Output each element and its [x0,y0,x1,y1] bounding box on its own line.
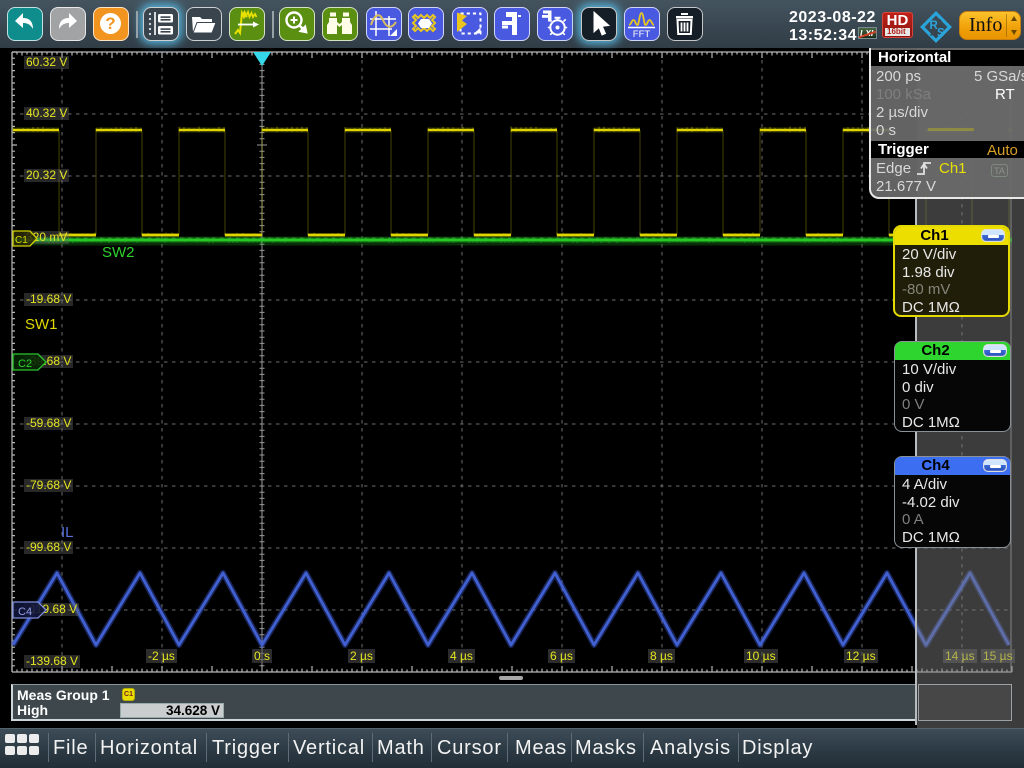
svg-text:FFT: FFT [633,29,651,39]
svg-text:C4: C4 [18,606,32,618]
svg-text:S: S [937,28,945,40]
svg-text:?: ? [105,14,115,33]
svg-text:C2: C2 [18,358,32,370]
svg-text:C1: C1 [15,235,28,246]
